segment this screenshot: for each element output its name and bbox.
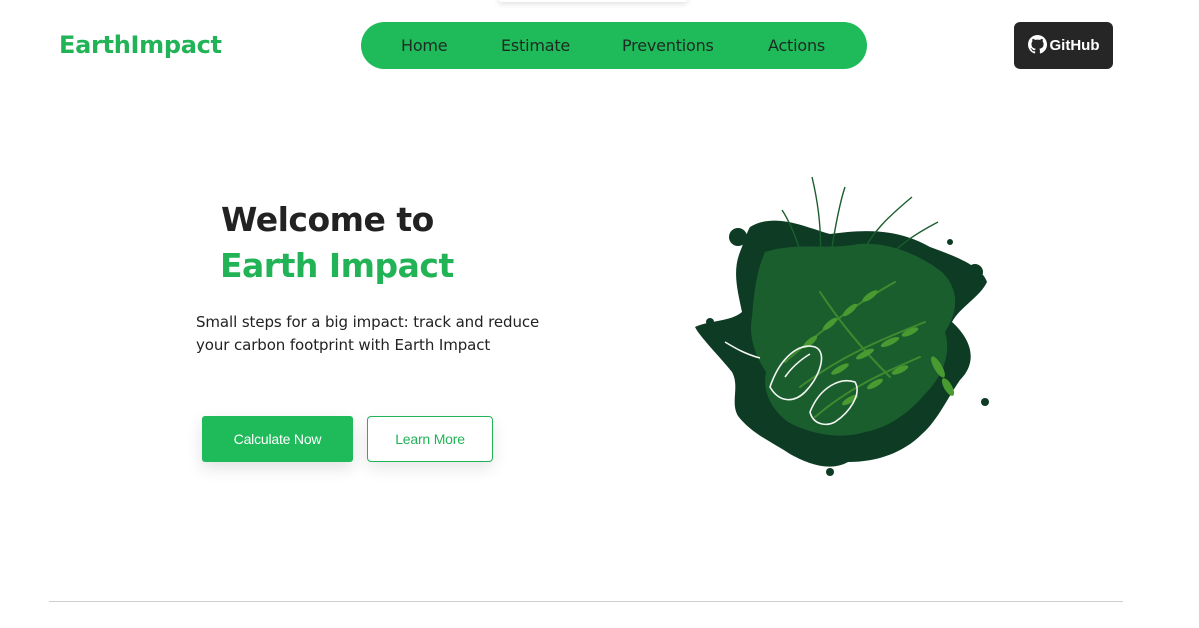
github-button[interactable]: GitHub: [1014, 22, 1113, 69]
nav-item-home[interactable]: Home: [401, 36, 448, 55]
footer-divider: [49, 601, 1123, 602]
learn-more-button[interactable]: Learn More: [367, 416, 493, 462]
top-edge-shadow: [498, 0, 688, 2]
nav-item-actions[interactable]: Actions: [768, 36, 825, 55]
main-nav: Home Estimate Preventions Actions: [361, 22, 867, 69]
github-label: GitHub: [1049, 37, 1100, 54]
leafy-earth-illustration: [695, 176, 989, 476]
hero-tagline: Small steps for a big impact: track and …: [196, 313, 540, 354]
hero-title-line2: Earth Impact: [220, 246, 454, 285]
nav-item-preventions[interactable]: Preventions: [622, 36, 714, 55]
calculate-now-button[interactable]: Calculate Now: [202, 416, 353, 462]
github-icon: [1027, 34, 1047, 54]
nav-item-estimate[interactable]: Estimate: [501, 36, 570, 55]
brand-logo[interactable]: EarthImpact: [59, 31, 222, 59]
hero-title-line1: Welcome to: [221, 200, 434, 239]
